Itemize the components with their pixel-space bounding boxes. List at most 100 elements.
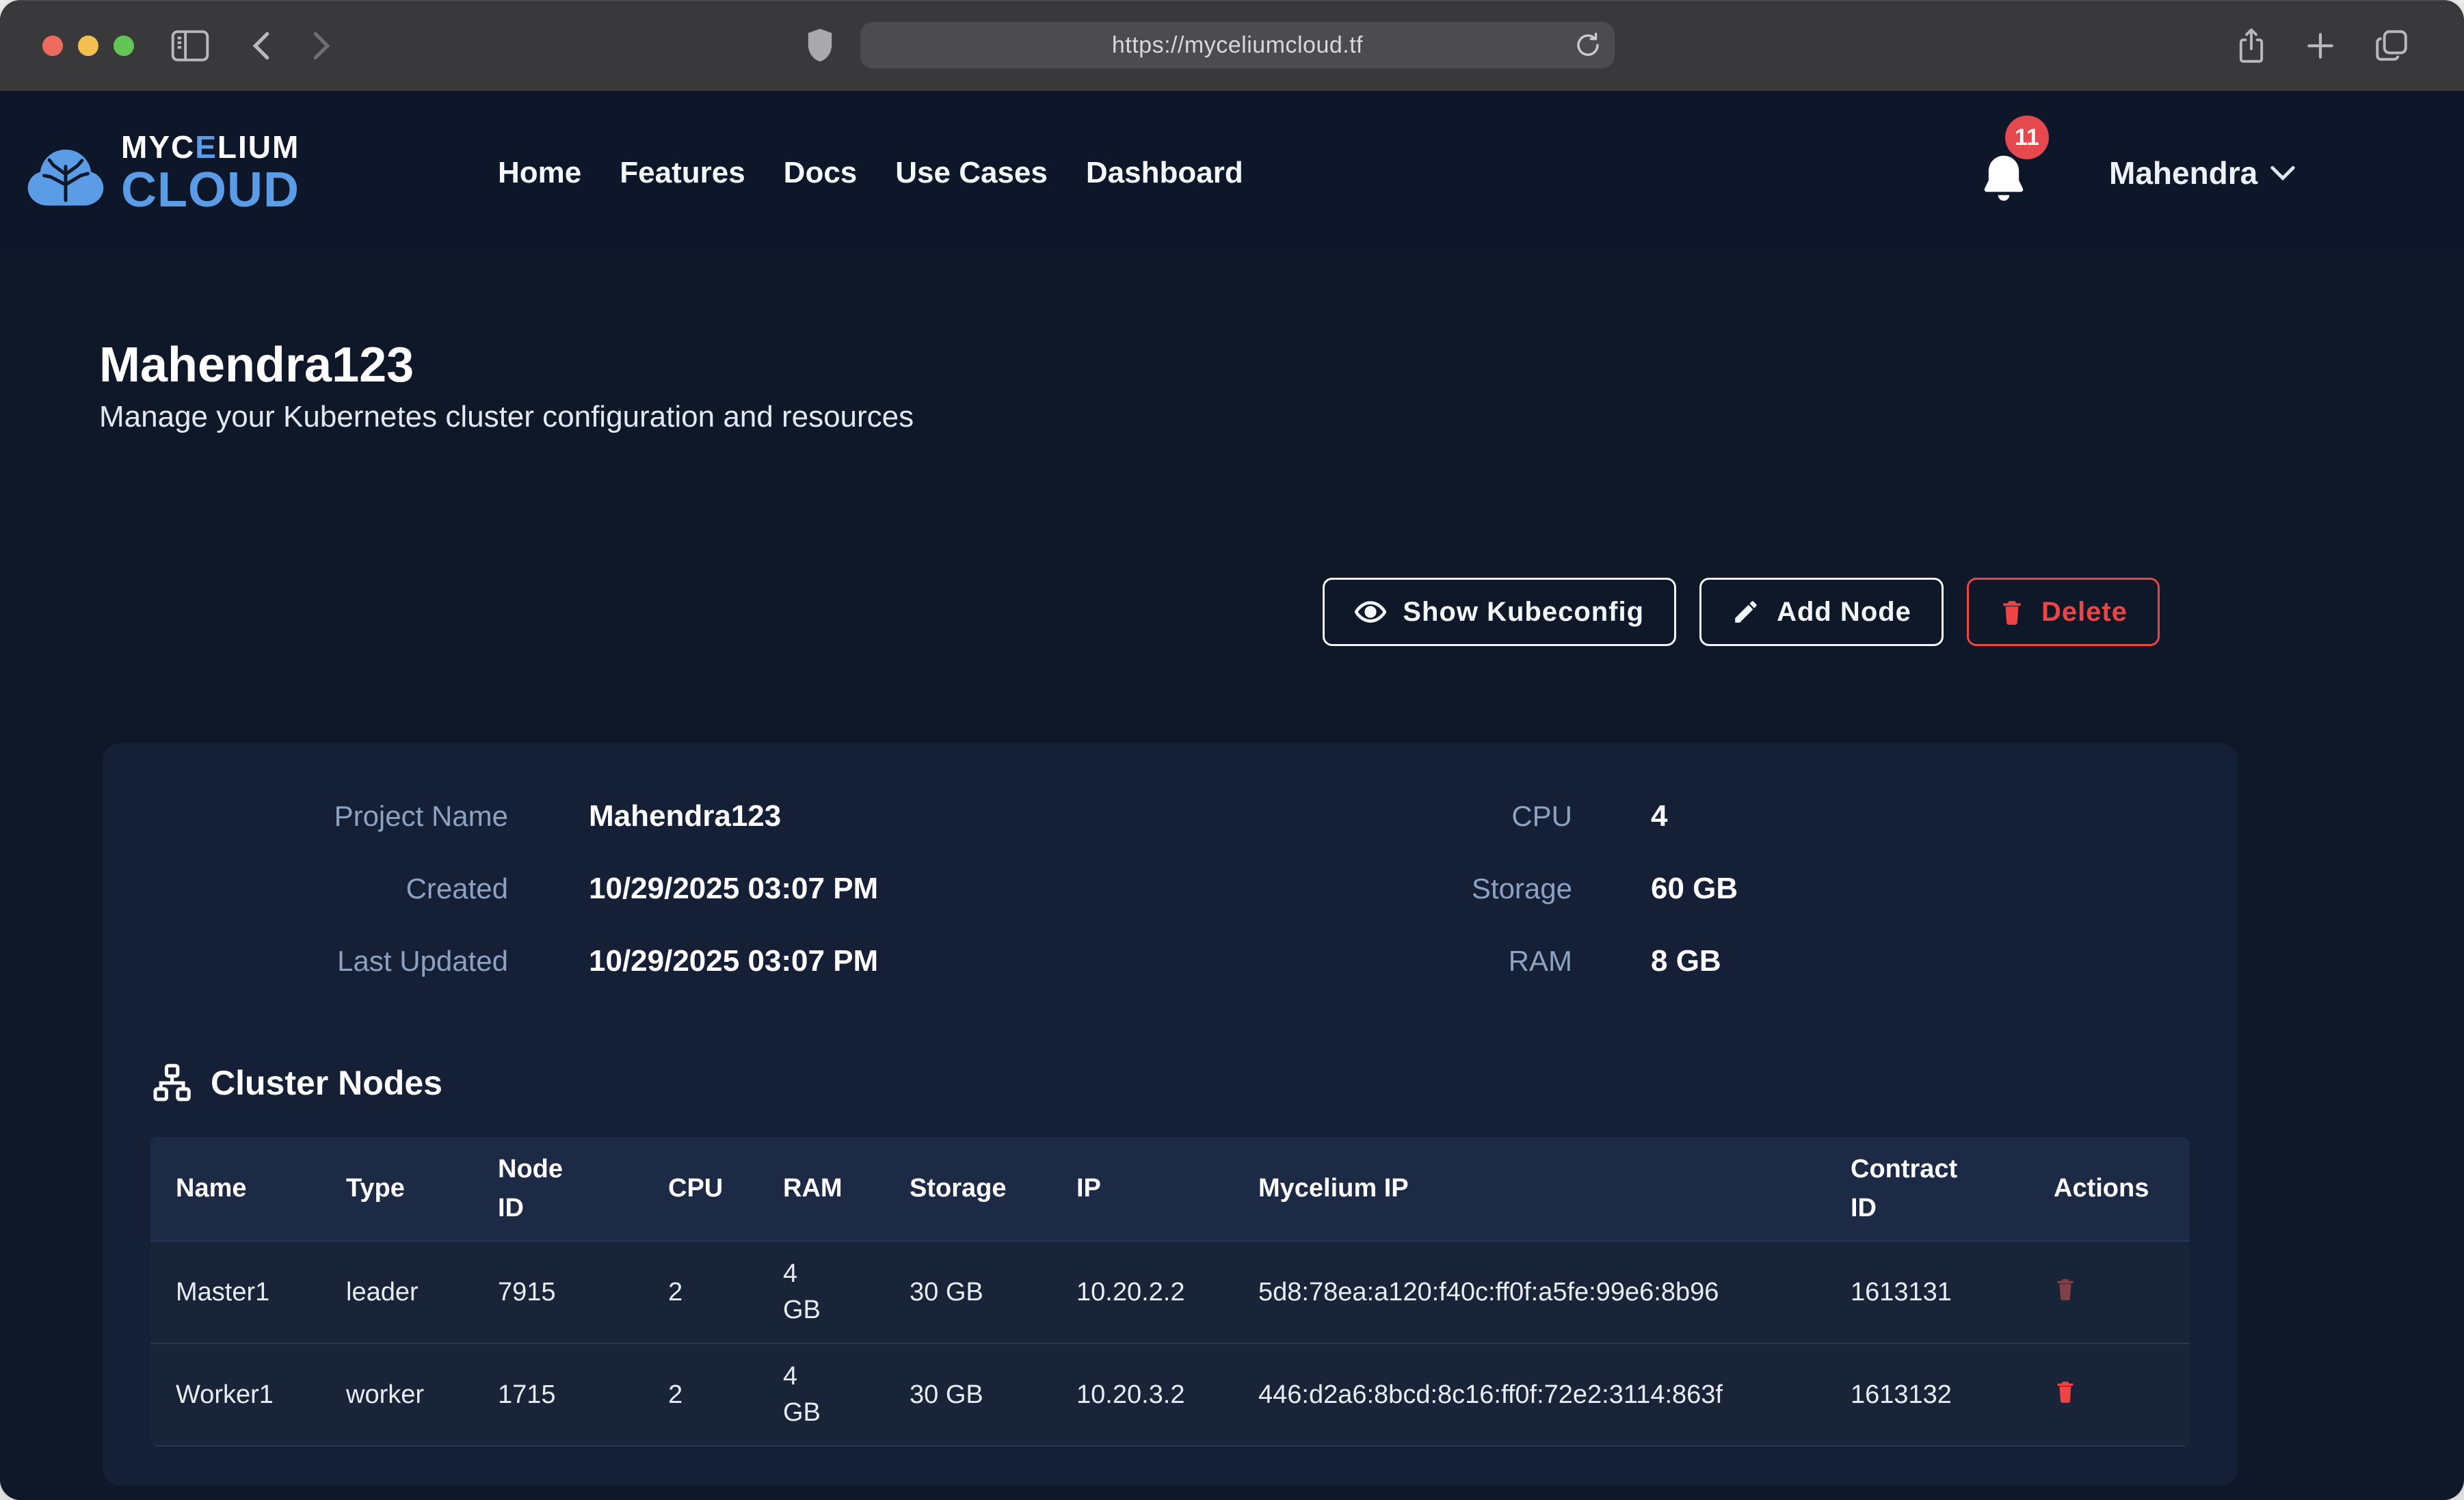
url-text: https://myceliumcloud.tf	[1112, 32, 1363, 59]
mycelium-cloud-logo-icon	[24, 135, 107, 211]
user-name: Mahendra	[2109, 155, 2257, 191]
eye-icon	[1355, 598, 1386, 626]
bell-icon	[1978, 151, 2030, 206]
node-ram: 4 GB	[758, 1241, 884, 1343]
add-node-label: Add Node	[1777, 597, 1911, 628]
node-mycelium-ip: 5d8:78ea:a120:f40c:ff0f:a5fe:99e6:8b96	[1233, 1241, 1825, 1343]
node-actions	[2035, 1241, 2190, 1343]
shield-icon[interactable]	[804, 27, 836, 65]
new-tab-icon[interactable]	[2303, 29, 2337, 63]
last-updated-label: Last Updated	[150, 945, 508, 978]
col-actions: Actions	[2035, 1137, 2190, 1241]
node-cpu: 2	[643, 1343, 758, 1446]
nav-use-cases[interactable]: Use Cases	[895, 156, 1048, 190]
storage-value: 60 GB	[1651, 872, 2190, 906]
last-updated-value: 10/29/2025 03:07 PM	[589, 944, 1170, 978]
cpu-label: CPU	[1170, 800, 1572, 833]
delete-cluster-button[interactable]: Delete	[1967, 578, 2160, 646]
notifications-button[interactable]: 11	[1978, 151, 2030, 209]
cluster-nodes-table: Name Type Node ID CPU RAM Storage IP Myc…	[150, 1137, 2190, 1447]
tab-overview-icon[interactable]	[2373, 27, 2410, 64]
col-ip: IP	[1051, 1137, 1233, 1241]
logo-wordmark: MYCELIUM CLOUD	[121, 131, 300, 215]
url-bar[interactable]: https://myceliumcloud.tf	[860, 22, 1615, 68]
forward-button-icon[interactable]	[306, 29, 336, 62]
project-name-label: Project Name	[150, 800, 508, 833]
node-name: Master1	[150, 1241, 321, 1343]
node-contract-id: 1613132	[1825, 1343, 2035, 1446]
nav-links: Home Features Docs Use Cases Dashboard	[498, 91, 1243, 255]
col-type: Type	[321, 1137, 473, 1241]
node-contract-id: 1613131	[1825, 1241, 2035, 1343]
cluster-actions-row: Show Kubeconfig Add Node Delete	[103, 578, 2238, 646]
nav-features[interactable]: Features	[620, 156, 745, 190]
page-title: Mahendra123	[99, 337, 414, 393]
storage-label: Storage	[1170, 872, 1572, 905]
created-label: Created	[150, 872, 508, 905]
node-name: Worker1	[150, 1343, 321, 1446]
table-row: Worker1 worker 1715 2 4 GB 30 GB 10.20.3…	[150, 1343, 2190, 1446]
table-row: Master1 leader 7915 2 4 GB 30 GB 10.20.2…	[150, 1241, 2190, 1343]
chevron-down-icon	[2270, 164, 2296, 182]
node-ip: 10.20.2.2	[1051, 1241, 1233, 1343]
node-storage: 30 GB	[884, 1241, 1051, 1343]
node-id: 1715	[473, 1343, 643, 1446]
add-node-button[interactable]: Add Node	[1699, 578, 1944, 646]
show-kubeconfig-button[interactable]: Show Kubeconfig	[1323, 578, 1676, 646]
node-cpu: 2	[643, 1241, 758, 1343]
page-subtitle: Manage your Kubernetes cluster configura…	[99, 400, 914, 434]
col-storage: Storage	[884, 1137, 1051, 1241]
close-window-button[interactable]	[42, 36, 63, 56]
node-type: leader	[321, 1241, 473, 1343]
col-node-id: Node ID	[473, 1137, 643, 1241]
cluster-nodes-section-header: Cluster Nodes	[150, 1063, 2190, 1103]
node-ram: 4 GB	[758, 1343, 884, 1446]
col-mycelium-ip: Mycelium IP	[1233, 1137, 1825, 1241]
browser-chrome: https://myceliumcloud.tf	[0, 0, 2464, 91]
node-mycelium-ip: 446:d2a6:8bcd:8c16:ff0f:72e2:3114:863f	[1233, 1343, 1825, 1446]
site-navbar: MYCELIUM CLOUD Home Features Docs Use Ca…	[0, 91, 2464, 255]
project-name-value: Mahendra123	[589, 799, 1170, 833]
delete-node-button[interactable]	[2054, 1275, 2077, 1302]
created-value: 10/29/2025 03:07 PM	[589, 872, 1170, 906]
user-menu[interactable]: Mahendra	[2109, 91, 2296, 255]
trash-icon	[1999, 598, 2025, 626]
sidebar-toggle-icon[interactable]	[171, 30, 209, 62]
traffic-lights	[42, 36, 134, 56]
node-actions	[2035, 1343, 2190, 1446]
browser-window: https://myceliumcloud.tf	[0, 0, 2464, 1500]
reload-icon[interactable]	[1574, 31, 1602, 59]
nav-dashboard[interactable]: Dashboard	[1086, 156, 1243, 190]
cpu-value: 4	[1651, 799, 2190, 833]
nav-home[interactable]: Home	[498, 156, 581, 190]
nav-docs[interactable]: Docs	[784, 156, 858, 190]
col-ram: RAM	[758, 1137, 884, 1241]
page-viewport: Mahendra123 Manage your Kubernetes clust…	[0, 91, 2464, 1500]
node-type: worker	[321, 1343, 473, 1446]
cluster-nodes-title: Cluster Nodes	[211, 1063, 442, 1103]
ram-label: RAM	[1170, 945, 1572, 978]
info-left-column: Project Name Mahendra123 Created 10/29/2…	[150, 780, 1170, 997]
show-kubeconfig-label: Show Kubeconfig	[1403, 597, 1644, 628]
share-icon[interactable]	[2234, 25, 2269, 66]
node-id: 7915	[473, 1241, 643, 1343]
zoom-window-button[interactable]	[114, 36, 134, 56]
back-button-icon[interactable]	[246, 29, 276, 62]
cluster-details-card: Project Name Mahendra123 Created 10/29/2…	[103, 743, 2238, 1486]
pencil-icon	[1732, 598, 1760, 626]
col-name: Name	[150, 1137, 321, 1241]
node-storage: 30 GB	[884, 1343, 1051, 1446]
notification-count-badge: 11	[2005, 116, 2049, 159]
delete-label: Delete	[2041, 597, 2128, 628]
ram-value: 8 GB	[1651, 944, 2190, 978]
col-cpu: CPU	[643, 1137, 758, 1241]
node-ip: 10.20.3.2	[1051, 1343, 1233, 1446]
info-right-column: CPU 4 Storage 60 GB RAM 8 GB	[1170, 780, 2190, 997]
site-logo[interactable]: MYCELIUM CLOUD	[24, 131, 300, 215]
network-topology-icon	[150, 1063, 193, 1103]
delete-node-button[interactable]	[2054, 1378, 2077, 1405]
table-header-row: Name Type Node ID CPU RAM Storage IP Myc…	[150, 1137, 2190, 1241]
col-contract-id: Contract ID	[1825, 1137, 2035, 1241]
minimize-window-button[interactable]	[78, 36, 98, 56]
cluster-info-grid: Project Name Mahendra123 Created 10/29/2…	[150, 780, 2190, 997]
